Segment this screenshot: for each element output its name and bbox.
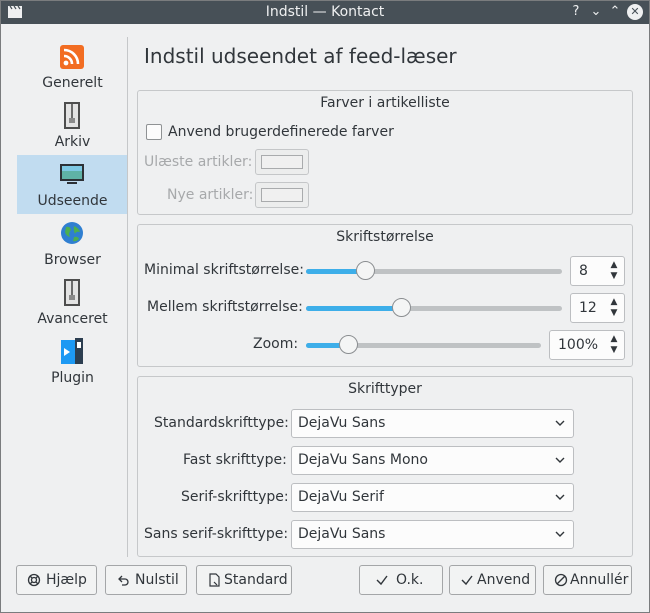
button-label: Standard: [224, 572, 288, 588]
spinbox-value: 12: [579, 300, 597, 316]
unread-color-button[interactable]: [255, 149, 309, 175]
min-fontsize-spinbox[interactable]: 8 ▲ ▼: [570, 256, 625, 286]
combo-value: DejaVu Serif: [298, 489, 384, 505]
slider-handle[interactable]: [392, 298, 411, 317]
plugin-icon: [61, 338, 83, 364]
spin-arrows-icon[interactable]: ▲ ▼: [608, 297, 620, 319]
cancel-icon: [554, 573, 568, 587]
zoom-label: Zoom:: [253, 336, 299, 352]
button-label: Hjælp: [46, 572, 87, 588]
combo-value: DejaVu Sans: [298, 526, 386, 542]
ok-button[interactable]: O.k.: [359, 565, 443, 595]
sidebar-item-label: Generelt: [42, 75, 103, 91]
custom-colors-label: Anvend brugerdefinerede farver: [168, 124, 394, 140]
sidebar-item-avanceret[interactable]: Avanceret: [17, 273, 128, 332]
page-title: Indstil udseendet af feed-læser: [144, 44, 457, 68]
spinbox-value: 8: [579, 263, 588, 279]
chevron-down-icon: [555, 531, 565, 537]
fixed-font-combo[interactable]: DejaVu Sans Mono: [291, 446, 574, 475]
min-fontsize-slider[interactable]: [306, 260, 562, 282]
close-icon[interactable]: ✕: [627, 4, 643, 20]
button-label: O.k.: [396, 572, 424, 588]
sidebar-item-generelt[interactable]: Generelt: [17, 37, 128, 96]
custom-colors-checkbox[interactable]: [146, 124, 162, 140]
globe-icon: [61, 222, 83, 244]
combo-value: DejaVu Sans Mono: [298, 452, 428, 468]
fixed-font-label: Fast skrifttype:: [183, 452, 287, 468]
medium-fontsize-slider[interactable]: [306, 297, 562, 319]
sidebar-item-plugin[interactable]: Plugin: [17, 332, 128, 391]
button-label: Annullér: [570, 572, 629, 588]
slider-handle[interactable]: [356, 261, 375, 280]
combo-value: DejaVu Sans: [298, 415, 386, 431]
archive-icon: [64, 102, 80, 129]
chevron-down-icon: [555, 420, 565, 426]
new-color-button[interactable]: [255, 182, 309, 208]
button-label: Nulstil: [135, 572, 179, 588]
archive-icon: [64, 279, 80, 306]
spin-arrows-icon[interactable]: ▲ ▼: [608, 260, 620, 282]
unread-articles-label: Ulæste artikler:: [144, 154, 253, 170]
sidebar-item-browser[interactable]: Browser: [17, 214, 128, 273]
undo-icon: [118, 575, 129, 586]
window-title: Indstil — Kontact: [265, 4, 385, 20]
cancel-button[interactable]: Annullér: [543, 565, 632, 595]
serif-font-label: Serif-skrifttype:: [181, 489, 289, 505]
standard-font-label: Standardskrifttype:: [154, 415, 289, 431]
color-swatch: [261, 155, 303, 169]
minimize-icon[interactable]: ⌄: [588, 4, 604, 20]
min-fontsize-label: Minimal skriftstørrelse:: [144, 262, 304, 278]
sidebar-item-label: Browser: [44, 252, 101, 268]
rss-icon: [60, 45, 84, 69]
group-title: Skriftstørrelse: [336, 229, 434, 245]
title-bar: Indstil — Kontact ? ⌄ ⌃ ✕: [1, 1, 649, 24]
slider-fill: [306, 306, 401, 311]
standard-font-combo[interactable]: DejaVu Sans: [291, 409, 574, 438]
lifebuoy-icon: [27, 573, 41, 587]
settings-dialog: Indstil — Kontact ? ⌄ ⌃ ✕ Generelt Arkiv: [0, 0, 650, 613]
sidebar-item-label: Arkiv: [54, 134, 91, 150]
sidebar-item-arkiv[interactable]: Arkiv: [17, 96, 128, 155]
check-icon: [376, 575, 388, 586]
maximize-icon[interactable]: ⌃: [607, 4, 623, 20]
sidebar-item-udseende[interactable]: Udseende: [17, 155, 128, 214]
check-icon: [461, 575, 473, 586]
slider-handle[interactable]: [339, 335, 358, 354]
new-articles-label: Nye artikler:: [167, 187, 254, 203]
zoom-slider[interactable]: [306, 334, 541, 356]
reset-button[interactable]: Nulstil: [105, 565, 187, 595]
color-swatch: [261, 188, 303, 202]
help-title-icon[interactable]: ?: [568, 4, 584, 20]
sidebar-divider: [127, 37, 128, 557]
sidebar-item-label: Udseende: [37, 193, 108, 209]
medium-fontsize-label: Mellem skriftstørrelse:: [147, 299, 303, 315]
medium-fontsize-spinbox[interactable]: 12 ▲ ▼: [570, 293, 625, 323]
spinbox-value: 100%: [558, 337, 599, 353]
sans-serif-font-combo[interactable]: DejaVu Sans: [291, 520, 574, 549]
sidebar: Generelt Arkiv Udseende Browser Avancere…: [17, 37, 129, 557]
group-title: Skrifttyper: [348, 381, 422, 397]
chevron-down-icon: [555, 457, 565, 463]
defaults-button[interactable]: Standard: [196, 565, 292, 595]
sans-serif-font-label: Sans serif-skrifttype:: [144, 526, 289, 542]
serif-font-combo[interactable]: DejaVu Serif: [291, 483, 574, 512]
sidebar-item-label: Plugin: [51, 370, 94, 386]
help-button[interactable]: Hjælp: [16, 565, 97, 595]
group-title: Farver i artikelliste: [320, 95, 450, 111]
sidebar-item-label: Avanceret: [37, 311, 108, 327]
chevron-down-icon: [555, 494, 565, 500]
apply-button[interactable]: Anvend: [449, 565, 536, 595]
zoom-spinbox[interactable]: 100% ▲ ▼: [549, 330, 625, 360]
spin-arrows-icon[interactable]: ▲ ▼: [608, 334, 620, 356]
monitor-icon: [60, 164, 84, 184]
document-icon: [209, 573, 220, 587]
button-label: Anvend: [477, 572, 531, 588]
